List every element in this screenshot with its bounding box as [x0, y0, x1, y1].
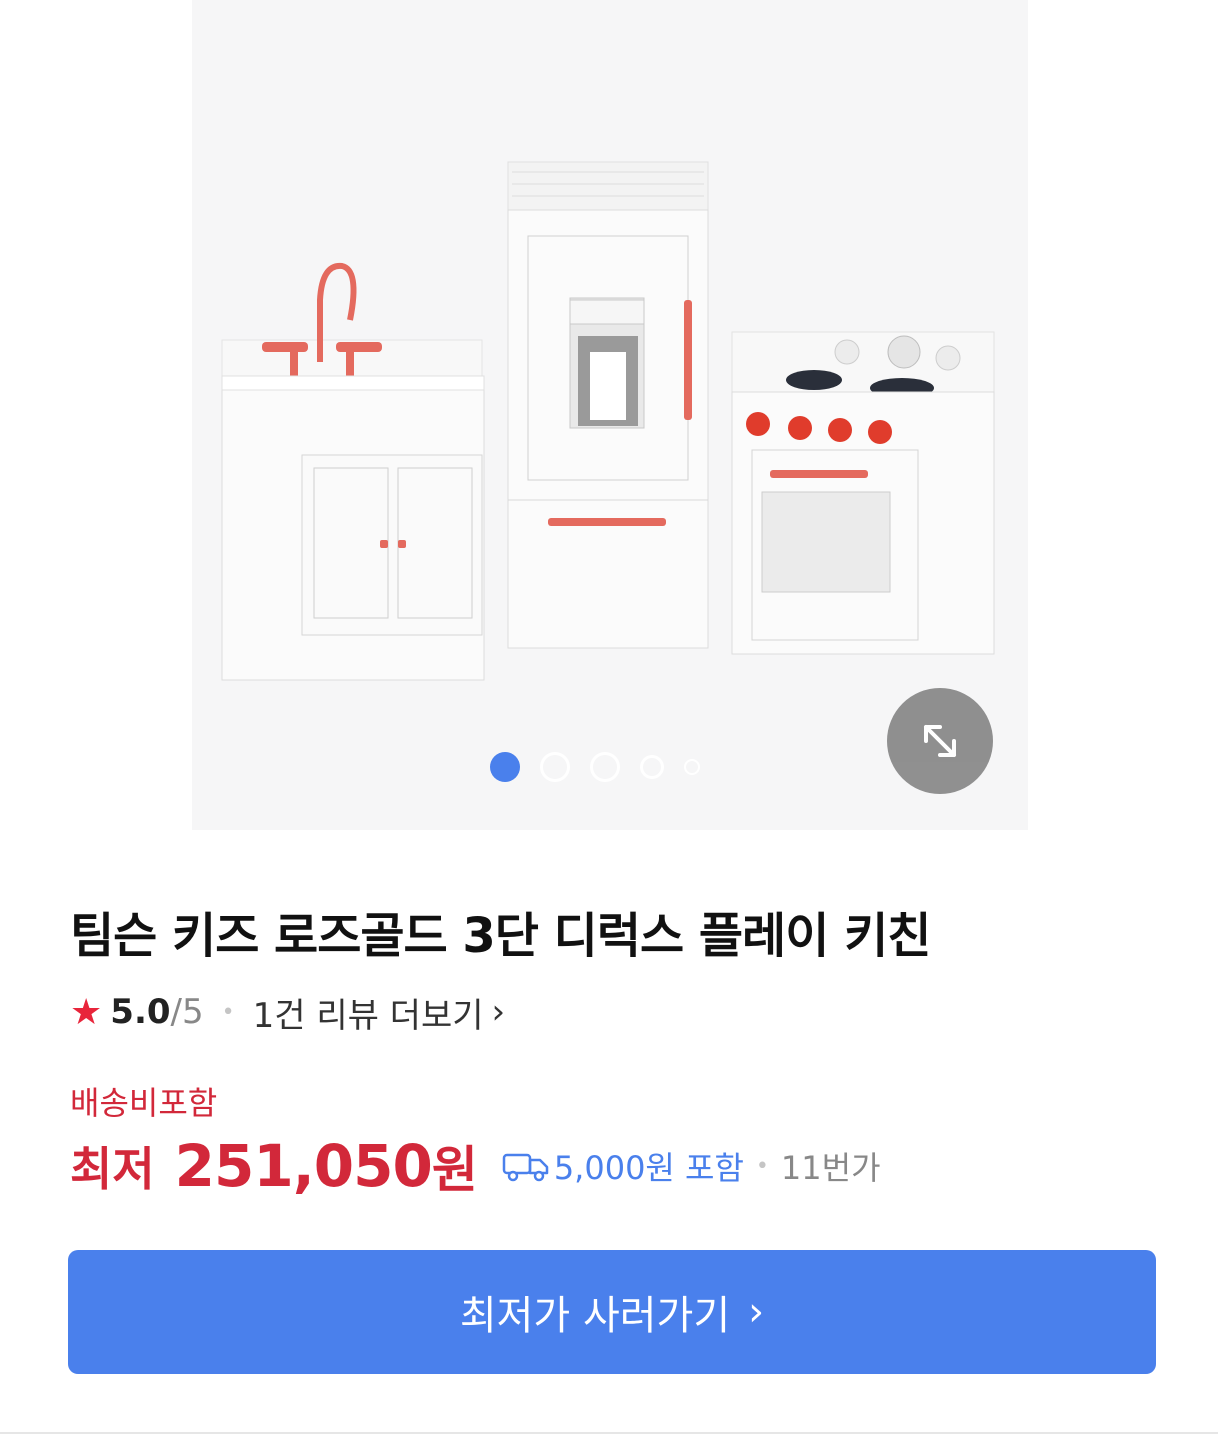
price-unit: 원 — [431, 1141, 478, 1199]
review-more-link[interactable]: 1건 리뷰 더보기 › — [253, 988, 506, 1037]
price-row: 최저 251,050 원 5,000원 포함 • 11번가 — [70, 1130, 881, 1202]
carousel-dot-2[interactable] — [540, 752, 570, 782]
stove-illustration — [731, 331, 995, 655]
carousel-dot-4[interactable] — [640, 755, 664, 779]
star-icon: ★ — [70, 991, 103, 1033]
chevron-right-icon: › — [748, 1289, 765, 1335]
carousel-dot-5[interactable] — [684, 759, 700, 775]
carousel-dot-1[interactable] — [490, 752, 520, 782]
expand-arrows-icon — [924, 725, 956, 757]
shipping-included-note: 배송비포함 — [70, 1084, 218, 1122]
price-value: 251,050 — [174, 1132, 433, 1200]
delivery-truck-icon — [502, 1153, 549, 1182]
seller-name: 11번가 — [780, 1149, 881, 1187]
carousel-dot-3[interactable] — [590, 752, 620, 782]
buy-lowest-price-button[interactable]: 최저가 사러가기 › — [68, 1250, 1156, 1374]
shipping-fee: 5,000원 포함 — [502, 1143, 744, 1189]
review-more-label: 1건 리뷰 더보기 — [252, 995, 484, 1036]
sink-cabinet-illustration — [221, 262, 485, 681]
divider — [0, 1432, 1218, 1434]
product-page: 팀슨 키즈 로즈골드 3단 디럭스 플레이 키친 ★ 5.0 /5 • 1건 리… — [0, 0, 1218, 1440]
buy-button-label: 최저가 사러가기 — [459, 1293, 731, 1339]
shipping-fee-label: 5,000원 포함 — [553, 1149, 744, 1187]
rating-score: 5.0 — [110, 992, 171, 1032]
rating-max: /5 — [170, 992, 204, 1032]
separator-dot: • — [221, 999, 235, 1025]
lowest-label: 최저 — [70, 1142, 155, 1196]
separator-dot: • — [755, 1153, 769, 1179]
expand-image-button[interactable] — [887, 688, 993, 794]
product-image-carousel[interactable] — [192, 0, 1028, 830]
chevron-right-icon: › — [491, 992, 506, 1032]
fridge-illustration — [507, 161, 709, 649]
product-title: 팀슨 키즈 로즈골드 3단 디럭스 플레이 키친 — [70, 908, 931, 964]
rating-row: ★ 5.0 /5 • 1건 리뷰 더보기 › — [70, 988, 505, 1036]
